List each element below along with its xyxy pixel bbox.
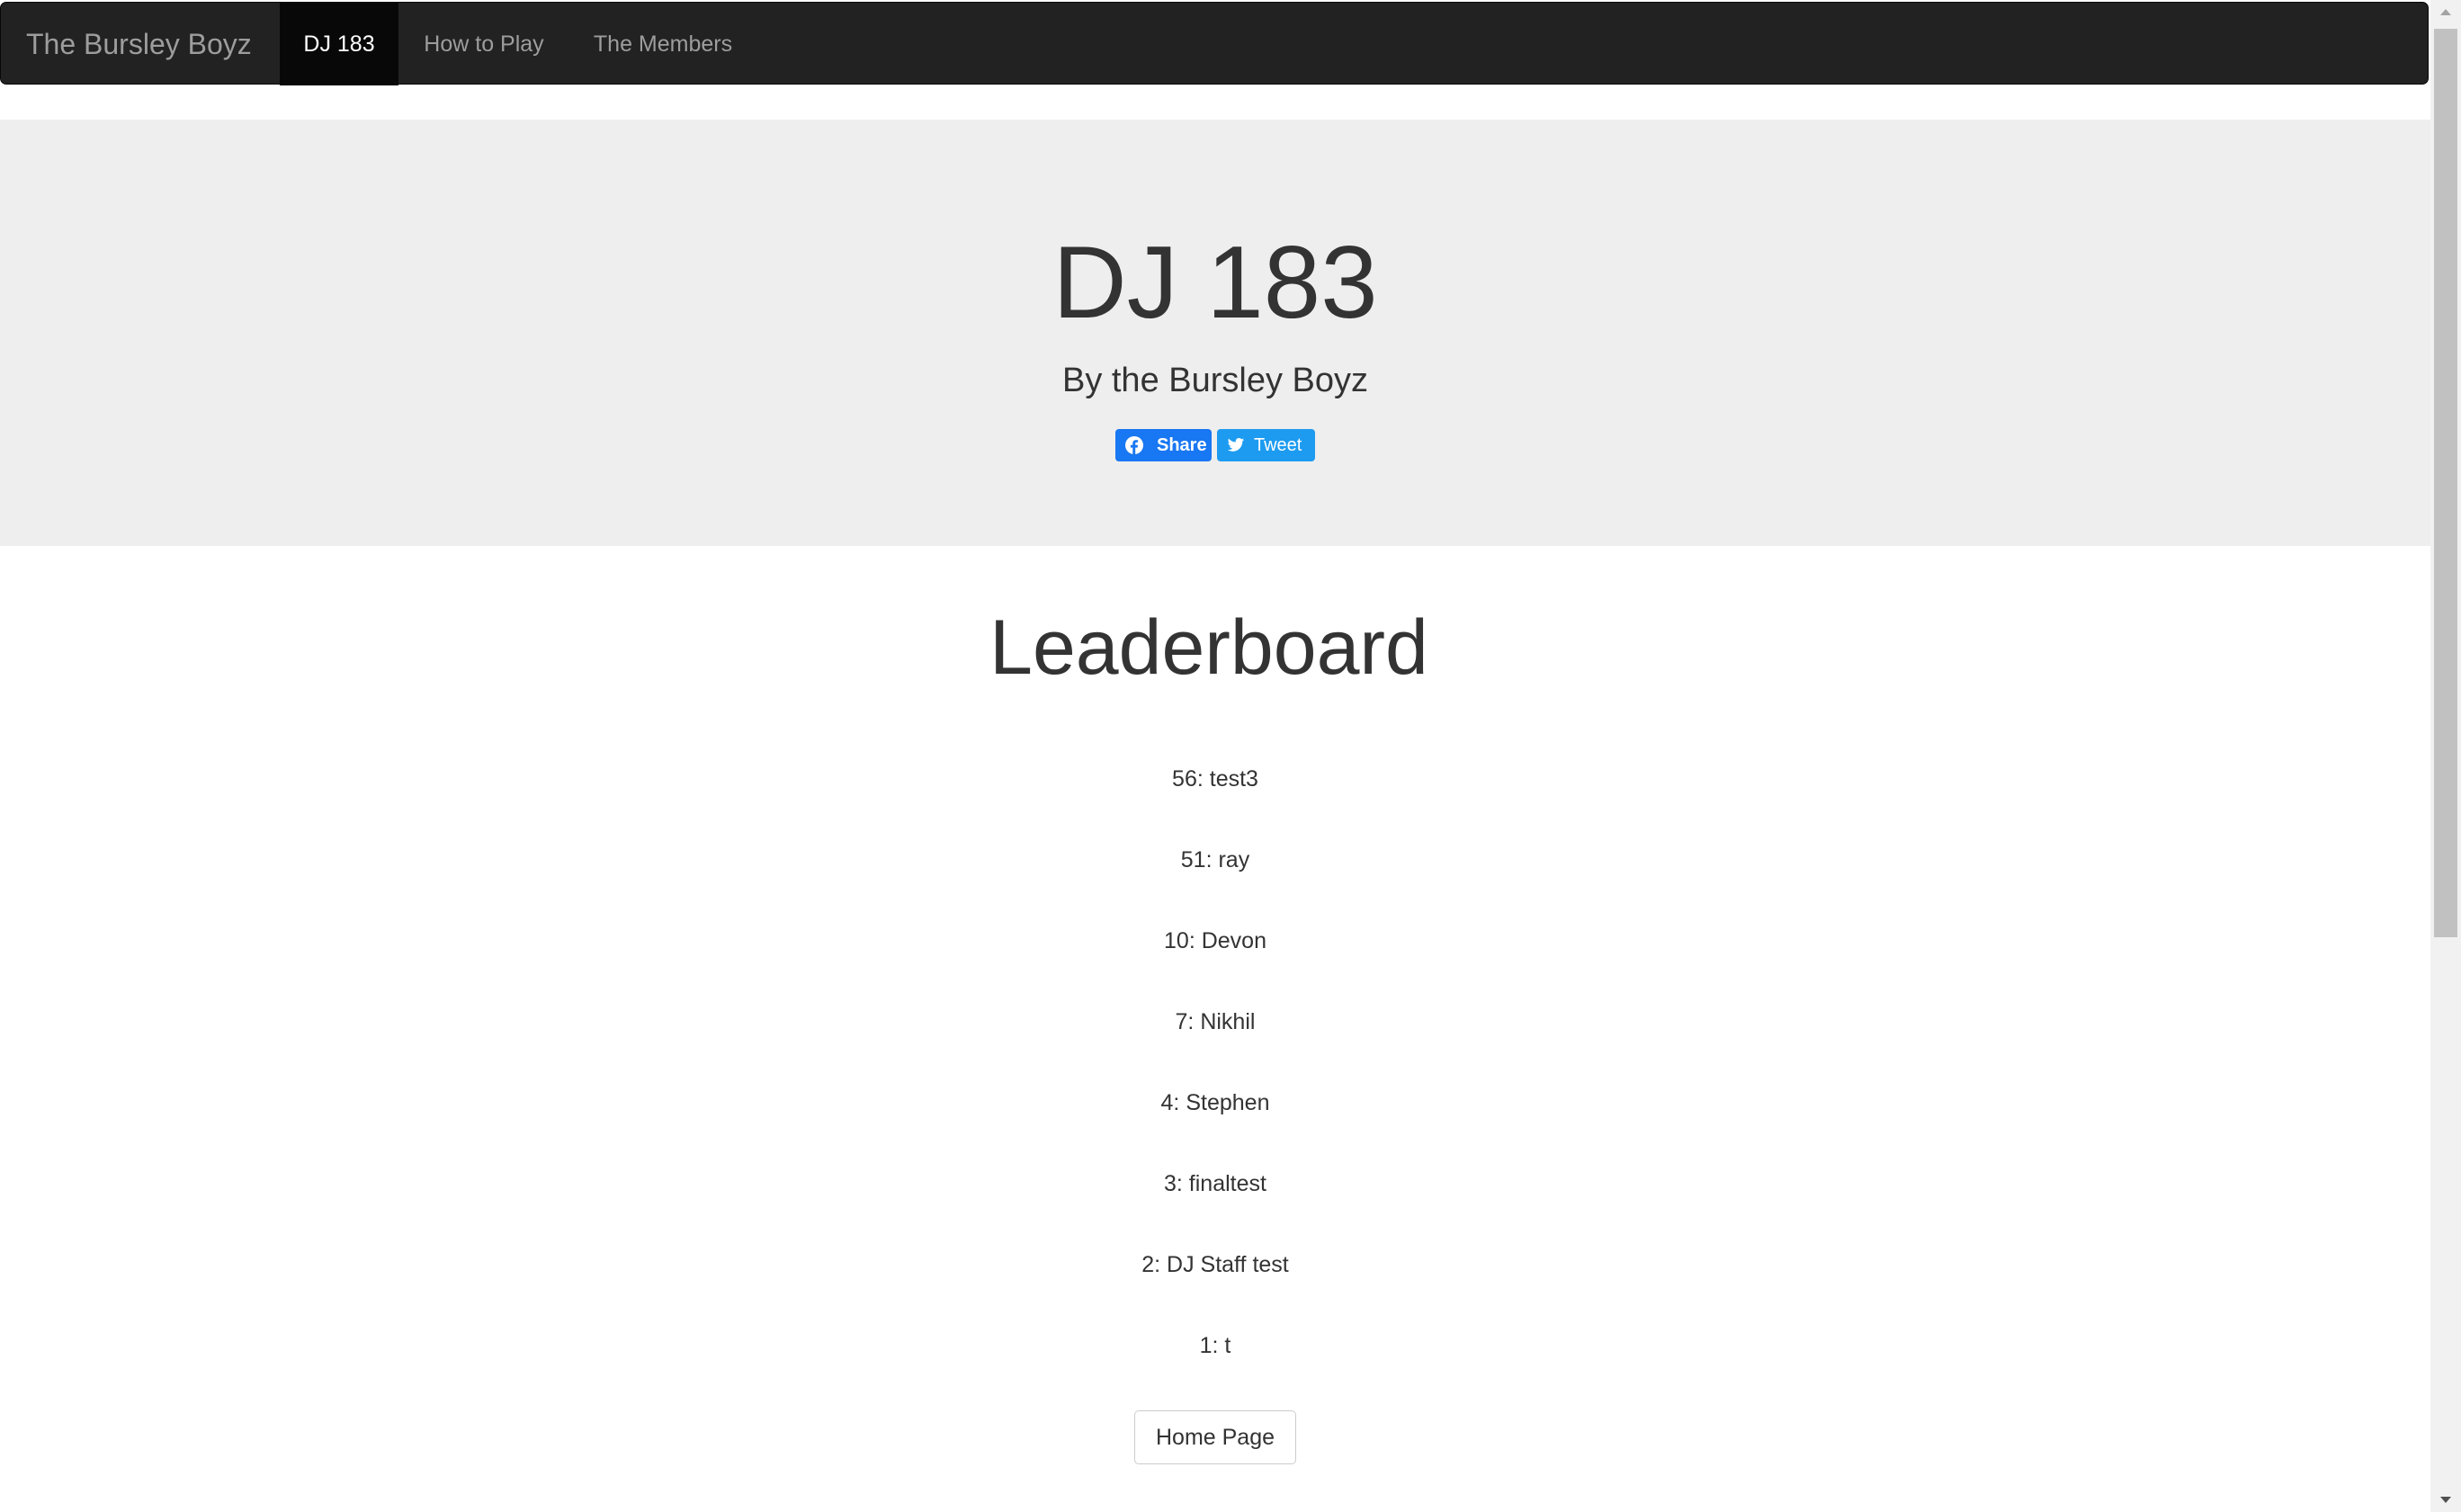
leaderboard-entry: 7: Nikhil [1175,1009,1256,1034]
vertical-scrollbar[interactable] [2430,0,2461,1512]
leaderboard-entry: 10: Devon [1164,928,1266,953]
leaderboard-entry: 51: ray [1180,847,1250,872]
leaderboard-entry: 3: finaltest [1164,1171,1266,1196]
page: The Bursley Boyz DJ 183 How to Play The … [0,0,2461,1512]
scroll-down-arrow-icon[interactable] [2430,1487,2461,1512]
leaderboard-entry: 4: Stephen [1160,1090,1270,1115]
page-content: The Bursley Boyz DJ 183 How to Play The … [0,0,2430,1512]
leaderboard-entry: 2: DJ Staff test [1141,1252,1289,1277]
leaderboard-list: 56: test3 51: ray 10: Devon 7: Nikhil 4:… [0,0,2430,1439]
leaderboard-entry: 1: t [1199,1333,1231,1358]
leaderboard-entry: 56: test3 [1172,766,1258,792]
scroll-up-arrow-icon[interactable] [2430,0,2461,25]
scrollbar-thumb[interactable] [2434,29,2457,937]
home-page-button[interactable]: Home Page [1134,1410,1296,1464]
